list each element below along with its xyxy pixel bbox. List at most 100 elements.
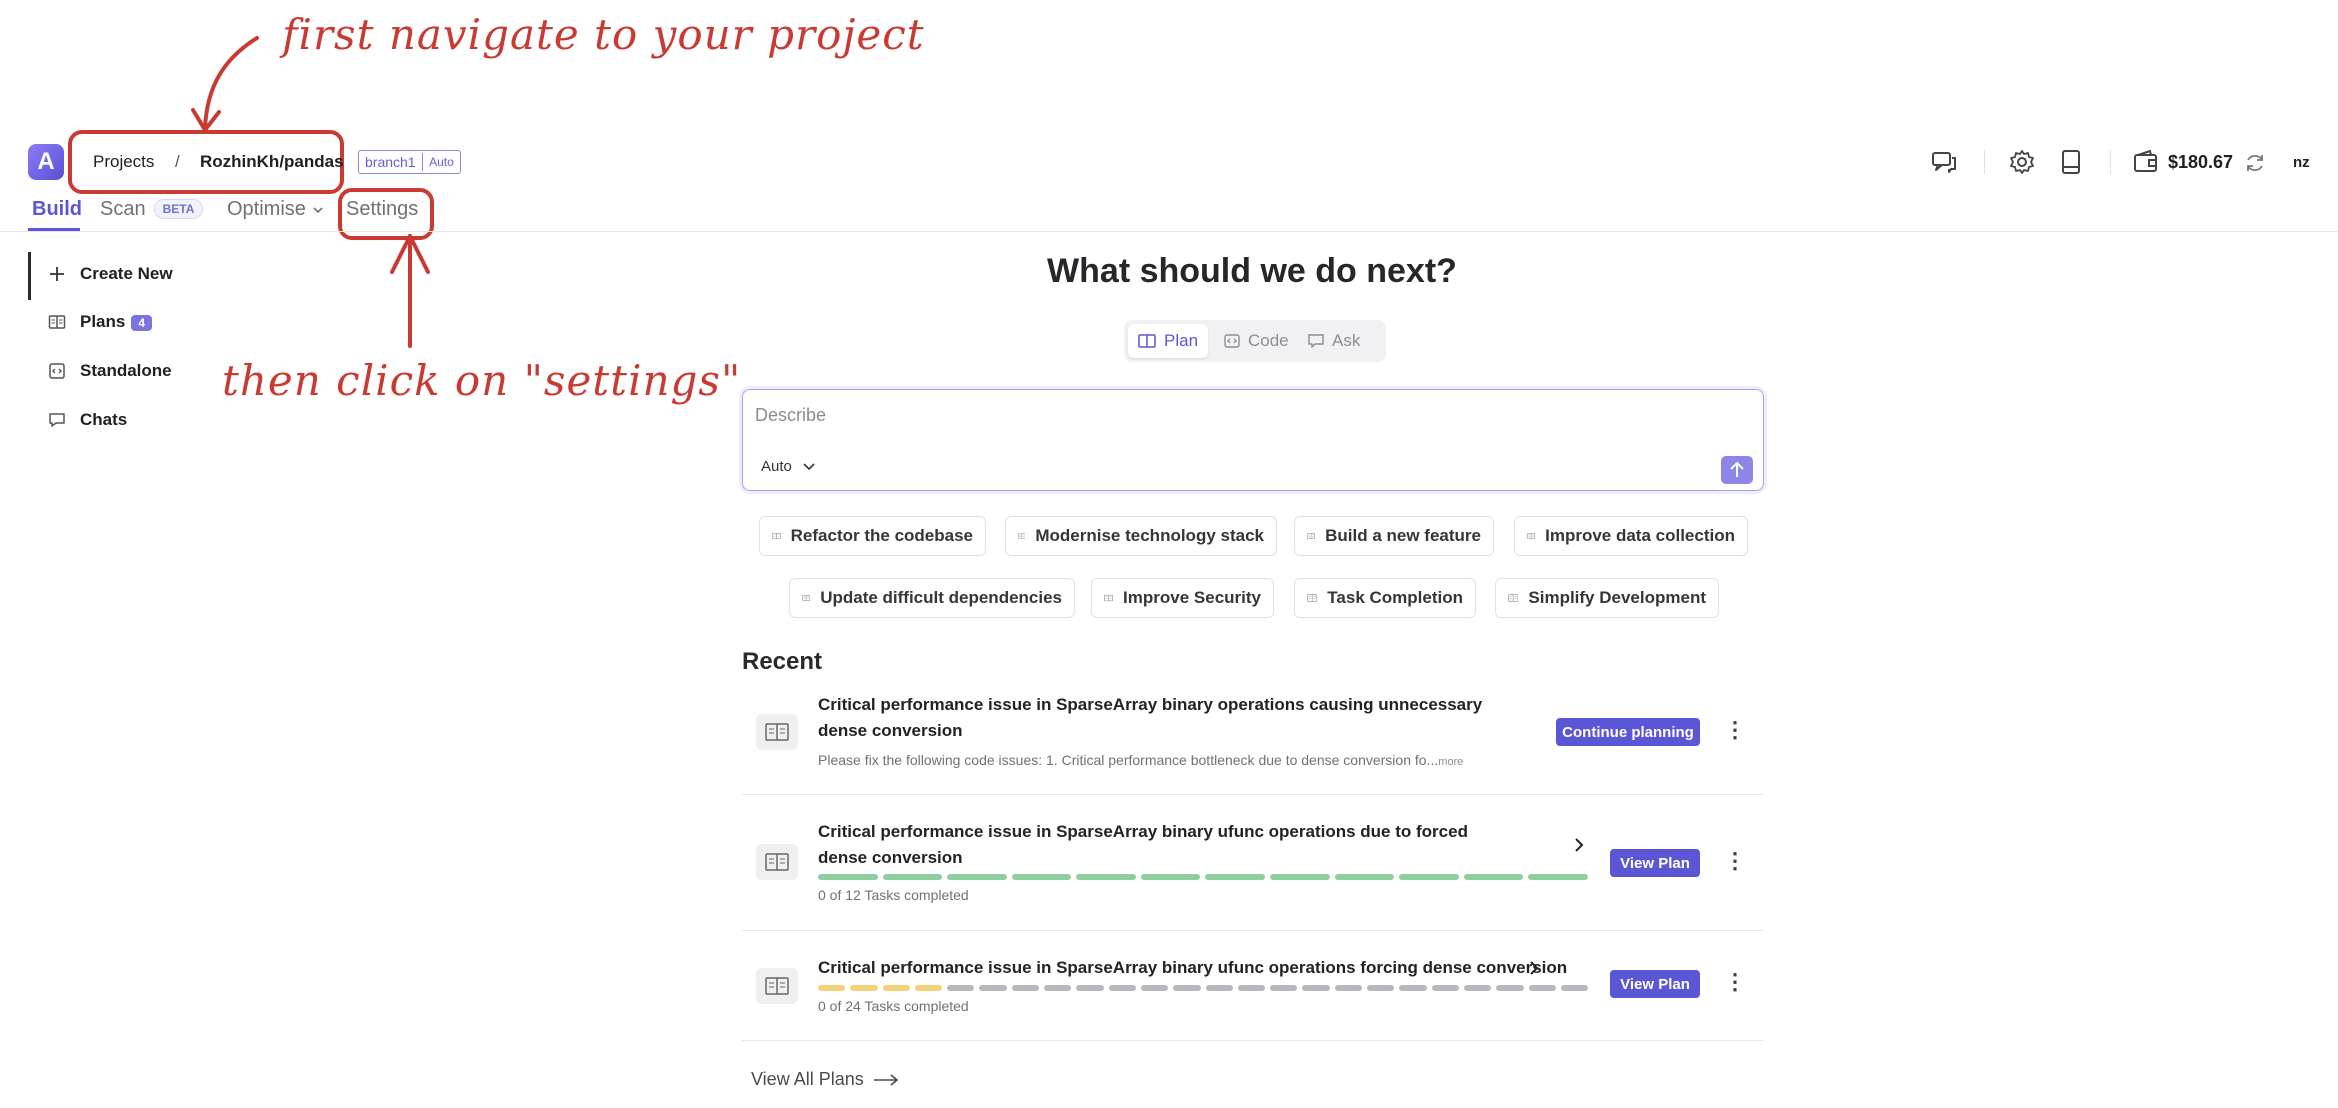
plan-title: Critical performance issue in SparseArra… <box>818 695 1483 740</box>
refresh-icon[interactable] <box>2244 152 2266 174</box>
send-button[interactable] <box>1721 456 1753 484</box>
app-logo[interactable]: A <box>28 144 64 180</box>
branch-mode: Auto <box>429 155 454 169</box>
progress-segment <box>1463 874 1524 880</box>
progress-segment <box>1463 985 1492 991</box>
sidebar-item-chats[interactable]: Chats <box>48 410 127 430</box>
progress-segment <box>1011 985 1040 991</box>
tab-settings[interactable]: Settings <box>346 198 418 221</box>
suggestion-chip[interactable]: Update difficult dependencies <box>789 578 1075 618</box>
task-progress-bar <box>818 985 1589 991</box>
suggestion-chip[interactable]: Modernise technology stack <box>1005 516 1277 556</box>
recent-plan-row[interactable]: Critical performance issue in SparseArra… <box>742 950 1764 1040</box>
gear-icon[interactable] <box>2008 148 2036 176</box>
mode-plan[interactable]: Plan <box>1128 324 1209 358</box>
progress-segment <box>947 985 975 991</box>
book-icon <box>756 968 798 1004</box>
tab-build[interactable]: Build <box>32 198 82 221</box>
suggestion-chip[interactable]: Task Completion <box>1294 578 1476 618</box>
prompt-composer: Auto <box>742 389 1764 491</box>
progress-segment <box>1140 985 1169 991</box>
book-icon <box>1527 533 1535 539</box>
chevron-right-icon[interactable] <box>1572 836 1586 854</box>
mode-code[interactable]: Code <box>1214 324 1299 358</box>
breadcrumb-separator: / <box>175 152 180 171</box>
continue-planning-button[interactable]: Continue planning <box>1556 718 1700 746</box>
suggestion-label: Improve Security <box>1123 588 1261 607</box>
sidebar-item-plans[interactable]: Plans 4 <box>48 312 153 332</box>
suggestion-chip[interactable]: Refactor the codebase <box>759 516 986 556</box>
suggestion-label: Simplify Development <box>1528 588 1706 607</box>
sidebar-active-indicator <box>28 252 31 300</box>
progress-segment <box>1237 985 1266 991</box>
wallet-icon <box>2134 149 2157 172</box>
mode-label: Ask <box>1332 331 1361 350</box>
row-divider <box>742 794 1764 795</box>
progress-segment <box>1496 985 1524 991</box>
sidebar-item-label: Plans 4 <box>80 312 153 332</box>
progress-segment <box>1334 985 1363 991</box>
chevron-down-icon <box>803 462 815 470</box>
progress-segment <box>1399 874 1459 880</box>
progress-segment <box>1076 985 1104 991</box>
suggestion-chip[interactable]: Build a new feature <box>1294 516 1494 556</box>
view-plan-button[interactable]: View Plan <box>1610 849 1700 877</box>
annotation-settings: then click on "settings" <box>222 356 742 405</box>
chevron-down-icon <box>313 206 323 213</box>
progress-segment <box>1011 874 1072 880</box>
suggestion-chip[interactable]: Improve Security <box>1091 578 1274 618</box>
suggestion-label: Task Completion <box>1327 588 1463 607</box>
more-options-icon[interactable]: ⋮ <box>1724 850 1746 872</box>
recent-heading: Recent <box>742 648 823 675</box>
progress-segment <box>1205 874 1266 880</box>
sidebar-item-standalone[interactable]: Standalone <box>48 361 172 381</box>
docs-book-icon[interactable] <box>2058 148 2084 176</box>
view-all-plans-link[interactable]: View All Plans <box>751 1069 900 1090</box>
progress-segment <box>882 874 943 880</box>
user-avatar[interactable]: nz <box>2293 154 2310 171</box>
branch-selector[interactable]: branch1 Auto <box>358 150 461 174</box>
progress-segment <box>1270 985 1298 991</box>
breadcrumb-projects[interactable]: Projects <box>93 152 154 172</box>
mode-switcher: Plan Code Ask <box>1124 320 1386 362</box>
code-icon <box>1224 334 1240 348</box>
suggestion-chip[interactable]: Simplify Development <box>1495 578 1719 618</box>
model-selector[interactable]: Auto <box>761 458 816 475</box>
progress-segment <box>1528 874 1588 880</box>
more-options-icon[interactable]: ⋮ <box>1724 719 1746 741</box>
progress-segment <box>1399 985 1427 991</box>
mode-ask[interactable]: Ask <box>1298 324 1370 358</box>
progress-segment <box>914 985 943 991</box>
describe-input[interactable] <box>753 404 1657 427</box>
header-divider-line <box>0 231 2338 232</box>
sidebar-item-label: Create New <box>80 264 173 283</box>
view-plan-button[interactable]: View Plan <box>1610 970 1700 998</box>
recent-plan-row[interactable]: Critical performance issue in SparseArra… <box>742 816 1764 930</box>
plan-progress-text: 0 of 12 Tasks completed <box>818 887 969 903</box>
recent-plan-row[interactable]: Critical performance issue in SparseArra… <box>742 688 1764 794</box>
book-icon <box>772 532 781 540</box>
book-icon <box>1018 533 1026 539</box>
suggestion-chip[interactable]: Improve data collection <box>1514 516 1748 556</box>
chevron-right-icon[interactable] <box>1527 959 1541 977</box>
sidebar-item-create-new[interactable]: Create New <box>48 264 173 284</box>
chat-icon <box>1308 334 1324 348</box>
sidebar-item-label: Chats <box>80 410 128 429</box>
tab-optimise[interactable]: Optimise <box>227 198 324 221</box>
book-icon <box>802 595 811 601</box>
arrow-right-icon <box>873 1073 898 1086</box>
tab-scan[interactable]: Scan BETA <box>100 198 204 221</box>
progress-segment <box>1140 874 1201 880</box>
progress-segment <box>818 985 846 991</box>
book-icon <box>48 315 66 329</box>
feedback-chat-icon[interactable] <box>1930 148 1958 176</box>
progress-segment <box>1108 985 1136 991</box>
breadcrumb-repo[interactable]: RozhinKh/pandas <box>200 152 344 172</box>
plan-progress-text: 0 of 24 Tasks completed <box>818 998 969 1014</box>
more-link[interactable]: more <box>1438 756 1463 768</box>
book-icon <box>1138 334 1156 348</box>
more-options-icon[interactable]: ⋮ <box>1724 971 1746 993</box>
progress-segment <box>818 874 878 880</box>
arrow-up-icon <box>1730 461 1744 477</box>
suggestion-label: Refactor the codebase <box>790 526 973 545</box>
